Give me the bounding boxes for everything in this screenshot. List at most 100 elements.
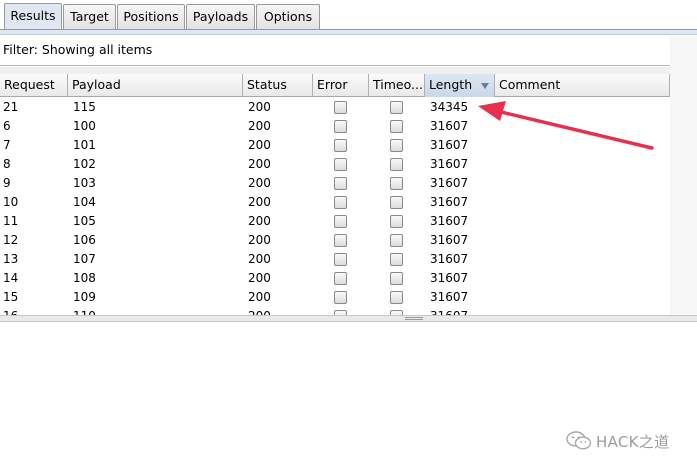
table-row[interactable]: 8 102 200 31607	[0, 155, 670, 174]
cell-length: 31607	[430, 307, 468, 315]
tab-content-border	[0, 30, 697, 35]
cell-status: 200	[248, 271, 271, 285]
tab-options[interactable]: Options	[256, 4, 320, 29]
cell-length: 31607	[430, 138, 469, 152]
cell-status: 200	[248, 195, 271, 209]
cell-request: 9	[3, 176, 11, 190]
table-row[interactable]: 12 106 200 31607	[0, 231, 670, 250]
error-checkbox[interactable]	[334, 291, 347, 304]
error-checkbox[interactable]	[334, 253, 347, 266]
wechat-icon	[566, 431, 592, 450]
cell-request: 6	[3, 119, 11, 133]
error-checkbox[interactable]	[334, 234, 347, 247]
sort-descending-icon	[481, 83, 489, 89]
cell-request: 14	[3, 271, 19, 285]
error-checkbox[interactable]	[334, 120, 347, 133]
filter-label: Filter: Showing all items	[3, 42, 153, 57]
watermark: HACK之道	[566, 430, 669, 452]
timeout-checkbox[interactable]	[390, 215, 403, 228]
cell-status: 200	[248, 214, 271, 228]
cell-status: 200	[248, 252, 271, 266]
cell-status: 200	[248, 176, 271, 190]
column-header-payload[interactable]: Payload	[68, 74, 243, 97]
cell-status: 200	[248, 307, 271, 315]
error-checkbox[interactable]	[334, 272, 347, 285]
cell-request: 10	[3, 195, 19, 209]
timeout-checkbox[interactable]	[390, 120, 403, 133]
table-row[interactable]: 10 104 200 31607	[0, 193, 670, 212]
cell-payload: 108	[73, 271, 96, 285]
cell-status: 200	[248, 138, 271, 152]
tab-payloads[interactable]: Payloads	[186, 4, 255, 29]
table-row[interactable]: 6 100 200 31607	[0, 117, 670, 136]
column-header-error[interactable]: Error	[313, 74, 369, 97]
table-row[interactable]: 14 108 200 31607	[0, 269, 670, 288]
column-header-comment[interactable]: Comment	[495, 74, 670, 97]
timeout-checkbox[interactable]	[390, 158, 403, 171]
cell-request: 7	[3, 138, 11, 152]
cell-payload: 115	[73, 100, 96, 114]
tab-results[interactable]: Results	[4, 3, 62, 30]
cell-length: 31607	[430, 176, 469, 190]
table-row[interactable]: 21 115 200 34345	[0, 98, 670, 117]
error-checkbox[interactable]	[334, 177, 347, 190]
cell-payload: 103	[73, 176, 96, 190]
timeout-checkbox[interactable]	[390, 196, 403, 209]
tab-bar: Results Target Positions Payloads Option…	[0, 0, 697, 30]
table-scroll-area[interactable]	[670, 36, 697, 315]
cell-status: 200	[248, 233, 271, 247]
cell-payload: 105	[73, 214, 96, 228]
timeout-checkbox[interactable]	[390, 291, 403, 304]
timeout-checkbox[interactable]	[390, 139, 403, 152]
cell-status: 200	[248, 119, 271, 133]
timeout-checkbox[interactable]	[390, 253, 403, 266]
table-row[interactable]: 16 110 200 31607	[0, 307, 670, 315]
cell-length: 31607	[430, 233, 469, 247]
error-checkbox[interactable]	[334, 101, 347, 114]
cell-length: 31607	[430, 119, 469, 133]
timeout-checkbox[interactable]	[390, 101, 403, 114]
error-checkbox[interactable]	[334, 196, 347, 209]
timeout-checkbox[interactable]	[390, 234, 403, 247]
cell-payload: 109	[73, 290, 96, 304]
cell-request: 15	[3, 290, 19, 304]
table-row[interactable]: 11 105 200 31607	[0, 212, 670, 231]
cell-request: 12	[3, 233, 19, 247]
column-header-request[interactable]: Request	[0, 74, 68, 97]
table-row[interactable]: 7 101 200 31607	[0, 136, 670, 155]
table-header: Request Payload Status Error Timeo... Le…	[0, 74, 670, 97]
cell-length: 31607	[430, 195, 469, 209]
splitter-grip-icon[interactable]	[405, 317, 423, 320]
column-header-length-label: Length	[429, 77, 473, 92]
watermark-text: HACK之道	[596, 432, 670, 451]
cell-length: 31607	[430, 252, 469, 266]
column-header-timeout[interactable]: Timeo...	[369, 74, 425, 97]
tab-positions[interactable]: Positions	[117, 4, 185, 29]
results-table: Request Payload Status Error Timeo... Le…	[0, 74, 670, 315]
error-checkbox[interactable]	[334, 158, 347, 171]
cell-status: 200	[248, 100, 271, 114]
error-checkbox[interactable]	[334, 215, 347, 228]
cell-request: 13	[3, 252, 19, 266]
timeout-checkbox[interactable]	[390, 177, 403, 190]
cell-request: 21	[3, 100, 19, 114]
cell-request: 8	[3, 157, 11, 171]
pane-splitter[interactable]	[0, 315, 697, 322]
filter-gap	[0, 67, 697, 74]
table-row[interactable]: 9 103 200 31607	[0, 174, 670, 193]
timeout-checkbox[interactable]	[390, 272, 403, 285]
tab-target[interactable]: Target	[63, 4, 116, 29]
cell-request: 16	[3, 307, 18, 315]
cell-payload: 102	[73, 157, 96, 171]
cell-payload: 107	[73, 252, 96, 266]
cell-payload: 104	[73, 195, 96, 209]
filter-bar[interactable]: Filter: Showing all items	[0, 36, 697, 66]
cell-length: 31607	[430, 157, 469, 171]
table-row[interactable]: 13 107 200 31607	[0, 250, 670, 269]
table-row[interactable]: 15 109 200 31607	[0, 288, 670, 307]
cell-length: 31607	[430, 290, 469, 304]
error-checkbox[interactable]	[334, 139, 347, 152]
cell-payload: 100	[73, 119, 96, 133]
column-header-length[interactable]: Length	[425, 74, 495, 97]
column-header-status[interactable]: Status	[243, 74, 313, 97]
